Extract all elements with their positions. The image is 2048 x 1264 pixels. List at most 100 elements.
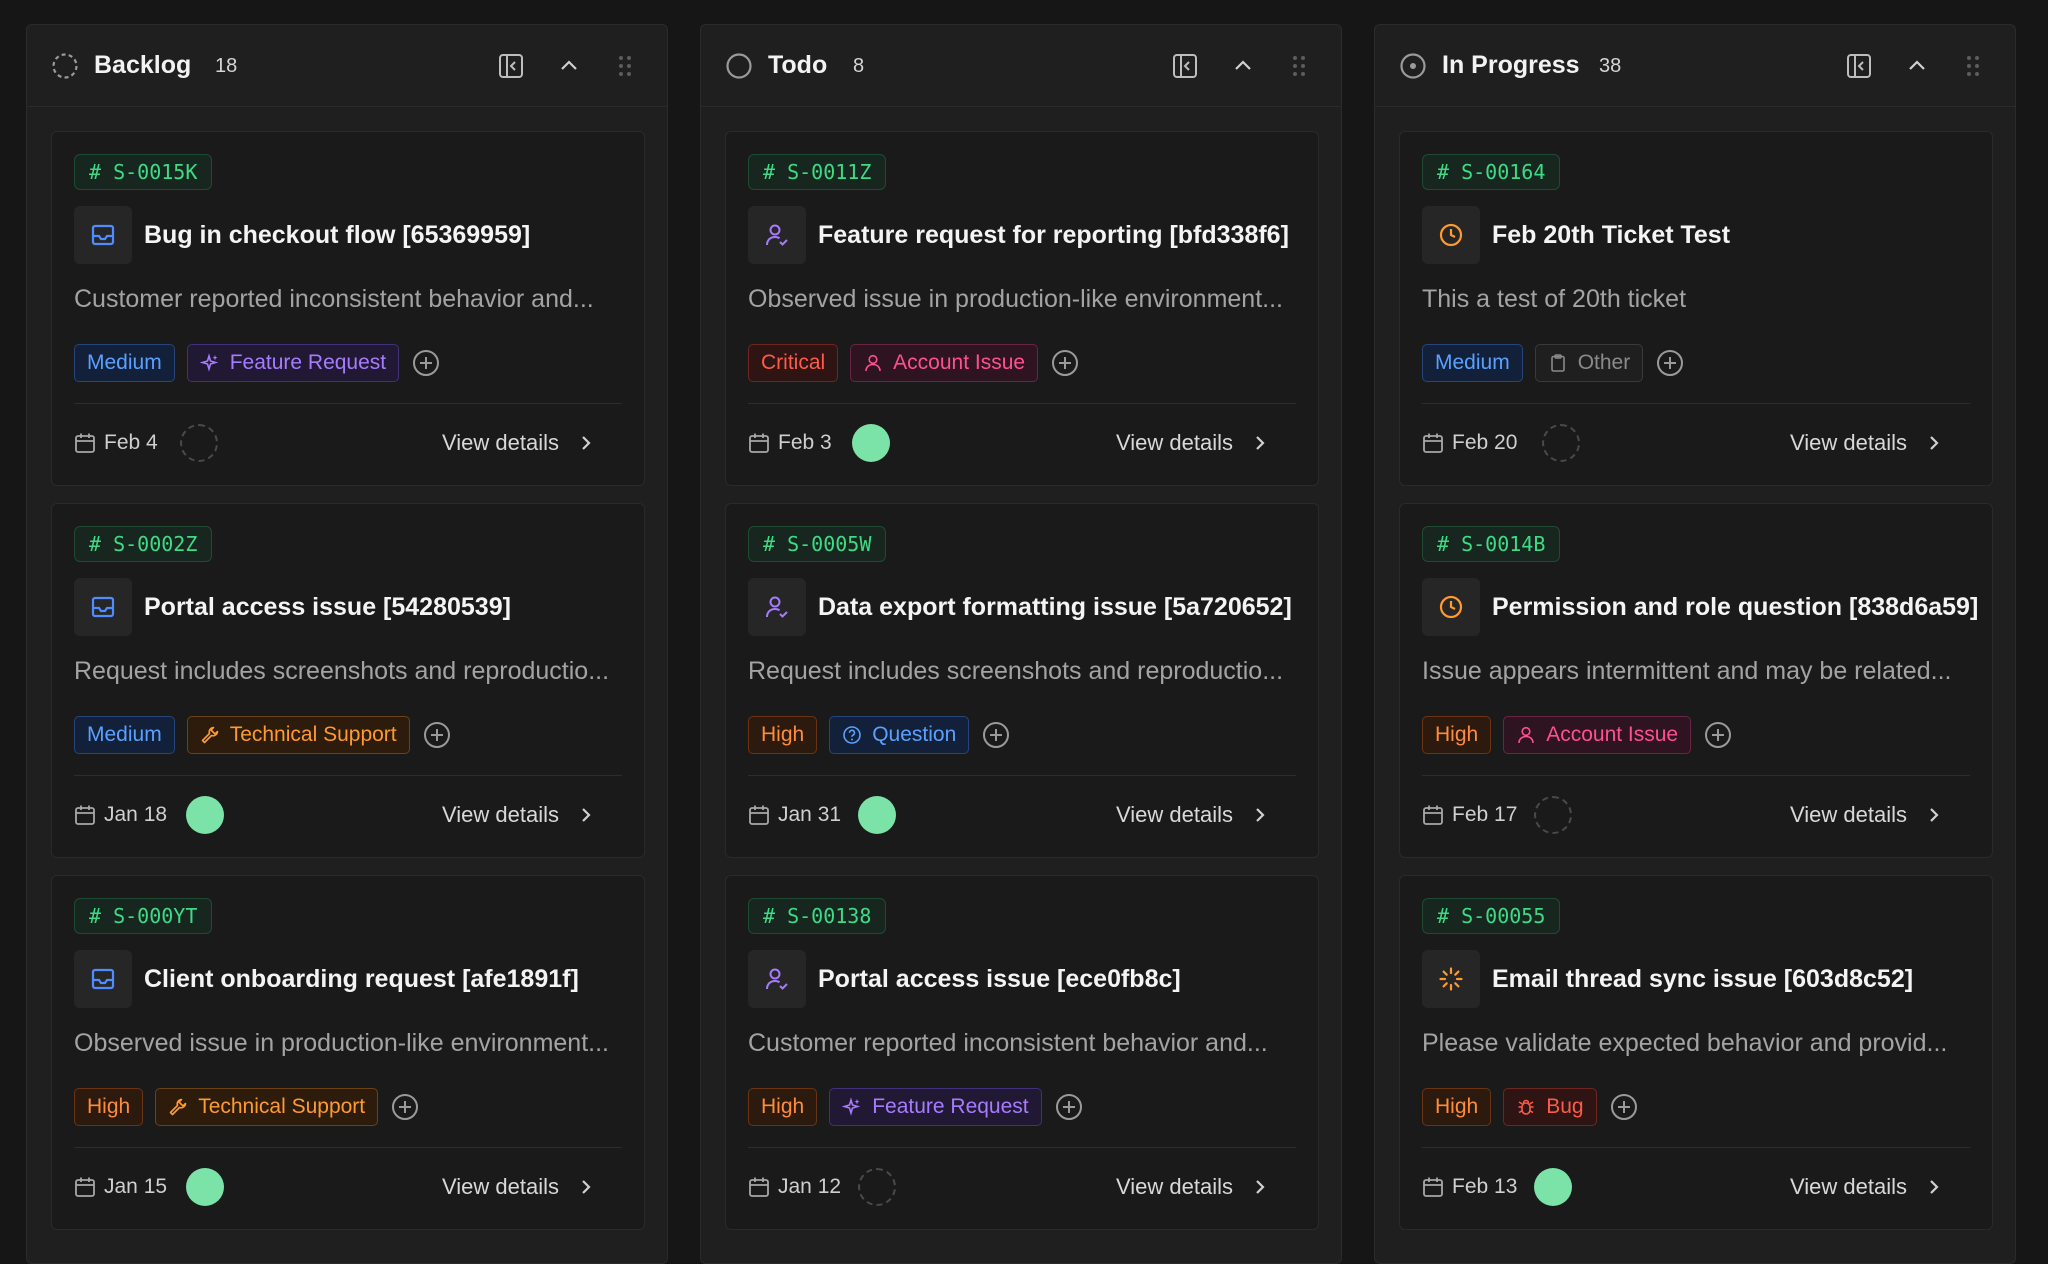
- add-tag-button[interactable]: [390, 1092, 420, 1122]
- view-details-button[interactable]: View details: [442, 798, 593, 832]
- category-badge[interactable]: Other: [1534, 344, 1644, 382]
- priority-badge[interactable]: High: [748, 716, 818, 754]
- ticket-card[interactable]: # S-000YT Client onboarding request [afe…: [51, 875, 645, 1230]
- column-count: 18: [215, 55, 238, 77]
- view-details-button[interactable]: View details: [1116, 1170, 1267, 1204]
- ticket-id: # S-00138: [748, 898, 887, 934]
- add-tag-button[interactable]: [1703, 720, 1733, 750]
- ticket-card[interactable]: # S-00055 Email thread sync issue [603d8…: [1399, 875, 1993, 1230]
- assignee-avatar[interactable]: [852, 424, 890, 462]
- ticket-title[interactable]: Permission and role question [838d6a59]: [1492, 590, 1987, 624]
- panel-collapse-icon: [1173, 54, 1197, 78]
- category-badge[interactable]: Technical Support: [186, 716, 410, 754]
- ticket-card[interactable]: # S-0014B Permission and role question […: [1399, 503, 1993, 858]
- drag-handle[interactable]: [609, 50, 641, 82]
- category-label: Account Issue: [1546, 723, 1679, 746]
- ticket-tags: High Account Issue: [1422, 716, 1733, 754]
- ticket-card[interactable]: # S-0002Z Portal access issue [54280539]…: [51, 503, 645, 858]
- ticket-id: # S-000YT: [74, 898, 213, 934]
- ticket-card[interactable]: # S-0015K Bug in checkout flow [65369959…: [51, 131, 645, 486]
- column-title: In Progress: [1442, 51, 1580, 79]
- unassigned-avatar[interactable]: [1534, 796, 1572, 834]
- category-badge[interactable]: Feature Request: [829, 1088, 1042, 1126]
- priority-badge[interactable]: Medium: [1422, 344, 1523, 382]
- view-details-button[interactable]: View details: [1116, 426, 1267, 460]
- add-tag-button[interactable]: [411, 348, 441, 378]
- column-header: Todo 8: [701, 25, 1341, 107]
- ticket-id: # S-0002Z: [74, 526, 213, 562]
- ticket-type: [748, 950, 806, 1008]
- calendar-icon: [1423, 805, 1443, 825]
- category-badge[interactable]: Bug: [1503, 1088, 1597, 1126]
- add-tag-button[interactable]: [981, 720, 1011, 750]
- user-check-icon: [766, 224, 788, 246]
- card-divider: [74, 403, 622, 404]
- view-details-button[interactable]: View details: [1116, 798, 1267, 832]
- priority-badge[interactable]: High: [74, 1088, 144, 1126]
- category-badge[interactable]: Account Issue: [850, 344, 1039, 382]
- collapse-column-button[interactable]: [1901, 50, 1933, 82]
- ticket-title[interactable]: Email thread sync issue [603d8c52]: [1492, 962, 1987, 996]
- drag-handle-icon: [1293, 56, 1305, 76]
- ticket-title[interactable]: Portal access issue [54280539]: [144, 590, 639, 624]
- assignee-avatar[interactable]: [1534, 1168, 1572, 1206]
- unassigned-avatar[interactable]: [180, 424, 218, 462]
- unassigned-avatar[interactable]: [1542, 424, 1580, 462]
- drag-handle[interactable]: [1957, 50, 1989, 82]
- add-tag-button[interactable]: [422, 720, 452, 750]
- priority-badge[interactable]: High: [1422, 1088, 1492, 1126]
- category-label: Question: [872, 723, 957, 746]
- ticket-id: # S-0014B: [1422, 526, 1561, 562]
- view-details-button[interactable]: View details: [1790, 1170, 1941, 1204]
- add-tag-button[interactable]: [1050, 348, 1080, 378]
- assignee-avatar[interactable]: [858, 796, 896, 834]
- plus-circle-icon: [1055, 1094, 1082, 1120]
- collapse-panel-button[interactable]: [1169, 50, 1201, 82]
- ticket-title[interactable]: Data export formatting issue [5a720652]: [818, 590, 1313, 624]
- ticket-card[interactable]: # S-0005W Data export formatting issue […: [725, 503, 1319, 858]
- ticket-title[interactable]: Portal access issue [ece0fb8c]: [818, 962, 1313, 996]
- collapse-column-button[interactable]: [553, 50, 585, 82]
- unassigned-avatar[interactable]: [858, 1168, 896, 1206]
- ticket-card[interactable]: # S-00164 Feb 20th Ticket Test This a te…: [1399, 131, 1993, 486]
- priority-badge[interactable]: Medium: [74, 716, 175, 754]
- category-label: Feature Request: [229, 351, 387, 374]
- assignee-avatar[interactable]: [186, 796, 224, 834]
- view-details-button[interactable]: View details: [442, 426, 593, 460]
- category-badge[interactable]: Question: [829, 716, 970, 754]
- sparkles-icon: [842, 1097, 861, 1116]
- view-details-button[interactable]: View details: [442, 1170, 593, 1204]
- collapse-panel-button[interactable]: [495, 50, 527, 82]
- column-title: Todo: [768, 51, 828, 79]
- category-badge[interactable]: Technical Support: [155, 1088, 379, 1126]
- assignee-avatar[interactable]: [186, 1168, 224, 1206]
- calendar-icon: [1423, 1177, 1443, 1197]
- ticket-title[interactable]: Feature request for reporting [bfd338f6]: [818, 218, 1313, 252]
- ticket-card[interactable]: # S-0011Z Feature request for reporting …: [725, 131, 1319, 486]
- priority-badge[interactable]: High: [1422, 716, 1492, 754]
- add-tag-button[interactable]: [1609, 1092, 1639, 1122]
- collapse-panel-button[interactable]: [1843, 50, 1875, 82]
- category-badge[interactable]: Account Issue: [1503, 716, 1692, 754]
- view-details-button[interactable]: View details: [1790, 426, 1941, 460]
- category-badge[interactable]: Feature Request: [186, 344, 400, 382]
- ticket-card[interactable]: # S-00138 Portal access issue [ece0fb8c]…: [725, 875, 1319, 1230]
- drag-handle[interactable]: [1283, 50, 1315, 82]
- view-details-button[interactable]: View details: [1790, 798, 1941, 832]
- backlog-status-icon: [52, 53, 78, 79]
- add-tag-button[interactable]: [1655, 348, 1685, 378]
- due-date: Feb 20: [1452, 431, 1518, 454]
- ticket-id: # S-0015K: [74, 154, 213, 190]
- priority-badge[interactable]: High: [748, 1088, 818, 1126]
- ticket-title[interactable]: Client onboarding request [afe1891f]: [144, 962, 639, 996]
- plus-circle-icon: [423, 722, 450, 748]
- priority-badge[interactable]: Critical: [748, 344, 839, 382]
- add-tag-button[interactable]: [1054, 1092, 1084, 1122]
- clock-icon: [1439, 223, 1463, 247]
- ticket-tags: Medium Feature Request: [74, 344, 441, 382]
- priority-badge[interactable]: Medium: [74, 344, 175, 382]
- ticket-title[interactable]: Bug in checkout flow [65369959]: [144, 218, 639, 252]
- ticket-title[interactable]: Feb 20th Ticket Test: [1492, 218, 1987, 252]
- collapse-column-button[interactable]: [1227, 50, 1259, 82]
- chevron-up-icon: [1909, 60, 1925, 70]
